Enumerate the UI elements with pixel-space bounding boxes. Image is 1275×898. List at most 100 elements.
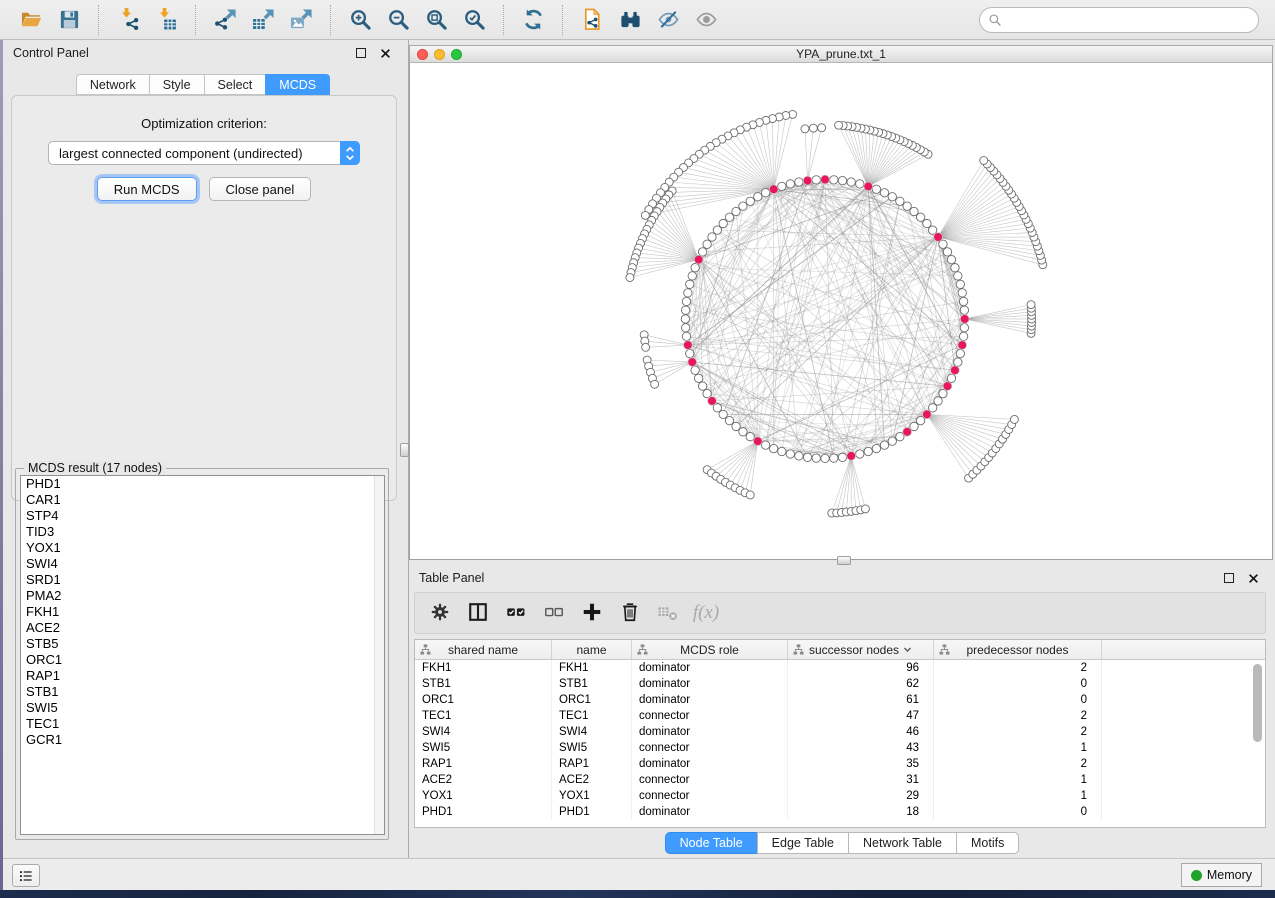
table-row[interactable]: RAP1RAP1dominator352 [415,756,1265,772]
first-neighbors-button[interactable] [611,4,649,36]
toolbar-separator [562,5,563,35]
table-row[interactable]: FKH1FKH1dominator962 [415,660,1265,676]
tab-edge-table[interactable]: Edge Table [757,832,848,854]
vertical-splitter-handle[interactable] [400,443,409,457]
mcds-result-item[interactable]: PMA2 [21,588,384,604]
mcds-result-item[interactable]: CAR1 [21,492,384,508]
table-row[interactable]: STB1STB1dominator620 [415,676,1265,692]
tab-node-table[interactable]: Node Table [665,832,757,854]
mcds-result-item[interactable]: GCR1 [21,732,384,748]
table-row[interactable]: SWI5SWI5connector431 [415,740,1265,756]
mcds-result-item[interactable]: TEC1 [21,716,384,732]
export-network-button[interactable] [206,4,244,36]
table-row[interactable]: PHD1PHD1dominator180 [415,804,1265,820]
network-canvas[interactable] [409,63,1273,560]
table-cell: connector [632,708,788,724]
task-history-button[interactable] [12,864,40,887]
column-header-shared-name[interactable]: shared name [415,640,552,659]
mcds-result-item[interactable]: TID3 [21,524,384,540]
trash-icon [619,601,641,626]
table-cell: dominator [632,692,788,708]
new-network-icon [581,8,604,31]
horizontal-splitter-handle[interactable] [837,556,851,565]
mcds-result-item[interactable]: YOX1 [21,540,384,556]
table-row[interactable]: ORC1ORC1dominator610 [415,692,1265,708]
mcds-result-item[interactable]: SWI5 [21,700,384,716]
export-image-button[interactable] [282,4,320,36]
tab-mcds[interactable]: MCDS [265,74,330,95]
select-all-button[interactable] [499,596,533,630]
float-panel-icon[interactable] [353,45,369,61]
mcds-result-item[interactable]: SRD1 [21,572,384,588]
close-panel-button[interactable]: Close panel [209,177,312,201]
search-box[interactable] [979,7,1259,33]
tab-style[interactable]: Style [149,74,204,95]
table-cell: YOX1 [552,788,632,804]
zoom-out-button[interactable] [379,4,417,36]
new-network-button[interactable] [573,4,611,36]
column-type-icon [939,644,950,655]
export-table-icon [252,8,275,31]
table-row[interactable]: SWI4SWI4dominator462 [415,724,1265,740]
add-column-button[interactable] [575,596,609,630]
close-table-panel-icon[interactable] [1245,570,1261,586]
control-panel-title: Control Panel [13,46,89,60]
tab-motifs[interactable]: Motifs [956,832,1019,854]
zoom-in-button[interactable] [341,4,379,36]
open-file-button[interactable] [12,4,50,36]
toggle-columns-button[interactable] [461,596,495,630]
plus-icon [581,601,603,626]
save-session-button[interactable] [50,4,88,36]
zoom-selected-button[interactable] [455,4,493,36]
table-scrollbar-thumb[interactable] [1253,664,1262,742]
save-icon [58,8,81,31]
mcds-list-scrollbar[interactable] [374,476,384,834]
criterion-select[interactable]: largest connected component (undirected) [48,141,360,165]
search-input[interactable] [1006,13,1250,27]
table-row[interactable]: TEC1TEC1connector472 [415,708,1265,724]
table-scrollbar[interactable] [1252,664,1263,824]
column-type-icon [637,644,648,655]
mcds-result-item[interactable]: STB5 [21,636,384,652]
show-all-button[interactable] [687,4,725,36]
delete-column-button[interactable] [613,596,647,630]
tab-network-table[interactable]: Network Table [848,832,956,854]
column-header-predecessor-nodes[interactable]: predecessor nodes [934,640,1102,659]
mcds-result-item[interactable]: FKH1 [21,604,384,620]
deselect-all-button[interactable] [537,596,571,630]
tab-select[interactable]: Select [204,74,266,95]
table-cell: connector [632,772,788,788]
zoom-fit-button[interactable] [417,4,455,36]
memory-button[interactable]: Memory [1181,863,1262,887]
column-header-MCDS-role[interactable]: MCDS role [632,640,788,659]
hide-selected-button[interactable] [649,4,687,36]
column-header-name[interactable]: name [552,640,632,659]
mcds-result-item[interactable]: ACE2 [21,620,384,636]
import-table-button[interactable] [147,4,185,36]
mcds-result-item[interactable]: ORC1 [21,652,384,668]
network-window-titlebar[interactable]: YPA_prune.txt_1 [409,45,1273,63]
run-mcds-button[interactable]: Run MCDS [97,177,197,201]
table-cell: dominator [632,676,788,692]
column-header-successor-nodes[interactable]: successor nodes [788,640,934,659]
folder-open-icon [20,8,43,31]
table-cell: SWI4 [552,724,632,740]
export-table-button[interactable] [244,4,282,36]
table-row[interactable]: ACE2ACE2connector311 [415,772,1265,788]
mcds-result-item[interactable]: STP4 [21,508,384,524]
import-network-button[interactable] [109,4,147,36]
close-panel-icon[interactable] [377,45,393,61]
table-cell: 2 [934,756,1102,772]
apply-layout-button[interactable] [514,4,552,36]
network-view-frame: YPA_prune.txt_1 [409,45,1273,560]
tab-network[interactable]: Network [76,74,149,95]
mcds-result-item[interactable]: STB1 [21,684,384,700]
table-cell: 0 [934,692,1102,708]
mcds-result-item[interactable]: RAP1 [21,668,384,684]
mcds-result-item[interactable]: SWI4 [21,556,384,572]
mcds-result-list[interactable]: PHD1CAR1STP4TID3YOX1SWI4SRD1PMA2FKH1ACE2… [20,475,385,835]
table-settings-button[interactable] [423,596,457,630]
table-row[interactable]: YOX1YOX1connector291 [415,788,1265,804]
float-table-panel-icon[interactable] [1221,570,1237,586]
mcds-result-item[interactable]: PHD1 [21,476,384,492]
